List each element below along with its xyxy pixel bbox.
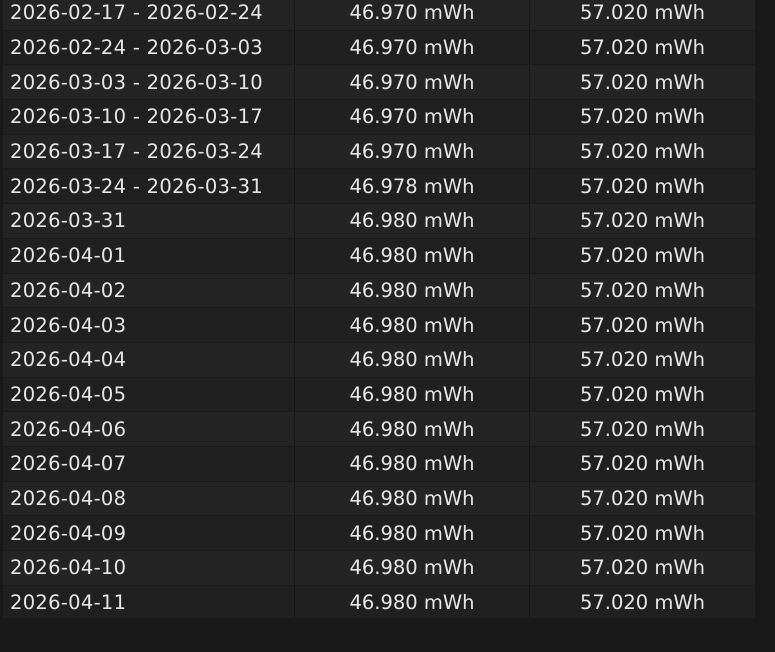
table-row: 2026-03-17 - 2026-03-24 46.970 mWh 57.020 … [3, 134, 755, 170]
full-charge-capacity-cell: 46.970 mWh [295, 65, 530, 100]
table-row: 2026-03-31 46.980 mWh 57.020 mWh [3, 204, 755, 239]
period-cell: 2026-04-10 [3, 551, 295, 585]
full-charge-capacity-cell: 46.980 mWh [295, 412, 530, 446]
table-row: 2026-04-02 46.980 mWh 57.020 mWh [3, 273, 755, 309]
table-row: 2026-03-24 - 2026-03-31 46.978 mWh 57.020 … [3, 169, 755, 205]
table-row: 2026-04-08 46.980 mWh 57.020 mWh [3, 481, 755, 517]
period-cell: 2026-04-04 [3, 342, 295, 377]
period-cell: 2026-04-07 [3, 446, 295, 481]
period-cell: 2026-04-05 [3, 377, 295, 412]
table-row: 2026-04-07 46.980 mWh 57.020 mWh [3, 446, 755, 482]
design-capacity-cell: 57.020 mWh [579, 313, 706, 337]
design-capacity-cell: 57.020 mWh [579, 452, 706, 476]
full-charge-capacity-cell: 46.980 mWh [295, 585, 530, 620]
period-cell: 2026-04-01 [3, 238, 295, 273]
design-capacity-cell: 57.020 mWh [579, 36, 706, 60]
period-cell: 2026-02-24 - 2026-03-03 [3, 30, 295, 65]
design-capacity-cell: 57.020 mWh [579, 556, 706, 580]
period-cell: 2026-03-31 [3, 204, 295, 238]
full-charge-capacity-cell: 46.970 mWh [295, 100, 530, 134]
table-row: 2026-04-05 46.980 mWh 57.020 mWh [3, 377, 755, 413]
design-capacity-cell: 57.020 mWh [579, 278, 706, 302]
period-cell: 2026-04-09 [3, 516, 295, 550]
design-capacity-cell: 57.020 mWh [579, 244, 706, 268]
table-row: 2026-02-17 - 2026-02-24 46.970 mWh 57.020 … [3, 0, 755, 31]
design-capacity-cell: 57.020 mWh [579, 521, 706, 545]
design-capacity-cell: 57.020 mWh [579, 174, 706, 198]
design-capacity-cell: 57.020 mWh [579, 417, 706, 441]
period-cell: 2026-03-03 - 2026-03-10 [3, 65, 295, 100]
table-row: 2026-03-10 - 2026-03-17 46.970 mWh 57.020 … [3, 100, 755, 135]
full-charge-capacity-cell: 46.980 mWh [295, 551, 530, 585]
full-charge-capacity-cell: 46.980 mWh [295, 273, 530, 308]
period-cell: 2026-04-06 [3, 412, 295, 446]
period-cell: 2026-02-17 - 2026-02-24 [3, 0, 295, 30]
table-row: 2026-04-10 46.980 mWh 57.020 mWh [3, 551, 755, 586]
table-row: 2026-04-11 46.980 mWh 57.020 mWh [3, 585, 755, 621]
period-cell: 2026-03-17 - 2026-03-24 [3, 134, 295, 169]
design-capacity-cell: 57.020 mWh [579, 209, 706, 233]
battery-capacity-history-table: 2026-02-17 - 2026-02-24 46.970 mWh 57.020 … [3, 0, 755, 621]
design-capacity-cell: 57.020 mWh [579, 591, 706, 615]
full-charge-capacity-cell: 46.970 mWh [295, 134, 530, 169]
design-capacity-cell: 57.020 mWh [579, 105, 706, 129]
full-charge-capacity-cell: 46.980 mWh [295, 446, 530, 481]
period-cell: 2026-03-10 - 2026-03-17 [3, 100, 295, 134]
full-charge-capacity-cell: 46.980 mWh [295, 516, 530, 550]
period-cell: 2026-04-11 [3, 585, 295, 620]
full-charge-capacity-cell: 46.980 mWh [295, 204, 530, 238]
table-row: 2026-02-24 - 2026-03-03 46.970 mWh 57.020 … [3, 30, 755, 66]
full-charge-capacity-cell: 46.980 mWh [295, 377, 530, 412]
table-row: 2026-03-03 - 2026-03-10 46.970 mWh 57.020 … [3, 65, 755, 101]
full-charge-capacity-cell: 46.978 mWh [295, 169, 530, 204]
design-capacity-cell: 57.020 mWh [579, 348, 706, 372]
design-capacity-cell: 57.020 mWh [579, 70, 706, 94]
table-row: 2026-04-09 46.980 mWh 57.020 mWh [3, 516, 755, 551]
design-capacity-cell: 57.020 mWh [579, 382, 706, 406]
table-body: 2026-02-17 - 2026-02-24 46.970 mWh 57.020 … [3, 0, 755, 621]
table-row: 2026-04-04 46.980 mWh 57.020 mWh [3, 342, 755, 378]
design-capacity-cell: 57.020 mWh [579, 140, 706, 164]
full-charge-capacity-cell: 46.980 mWh [295, 342, 530, 377]
table-row: 2026-04-03 46.980 mWh 57.020 mWh [3, 308, 755, 343]
period-cell: 2026-04-03 [3, 308, 295, 342]
design-capacity-cell: 57.020 mWh [579, 486, 706, 510]
period-cell: 2026-04-08 [3, 481, 295, 516]
design-capacity-cell: 57.020 mWh [579, 1, 706, 25]
full-charge-capacity-cell: 46.980 mWh [295, 238, 530, 273]
full-charge-capacity-cell: 46.980 mWh [295, 481, 530, 516]
full-charge-capacity-cell: 46.980 mWh [295, 308, 530, 342]
full-charge-capacity-cell: 46.970 mWh [295, 0, 530, 30]
table-row: 2026-04-01 46.980 mWh 57.020 mWh [3, 238, 755, 274]
period-cell: 2026-04-02 [3, 273, 295, 308]
table-row: 2026-04-06 46.980 mWh 57.020 mWh [3, 412, 755, 447]
table-bottom-padding [0, 618, 775, 652]
period-cell: 2026-03-24 - 2026-03-31 [3, 169, 295, 204]
full-charge-capacity-cell: 46.970 mWh [295, 30, 530, 65]
